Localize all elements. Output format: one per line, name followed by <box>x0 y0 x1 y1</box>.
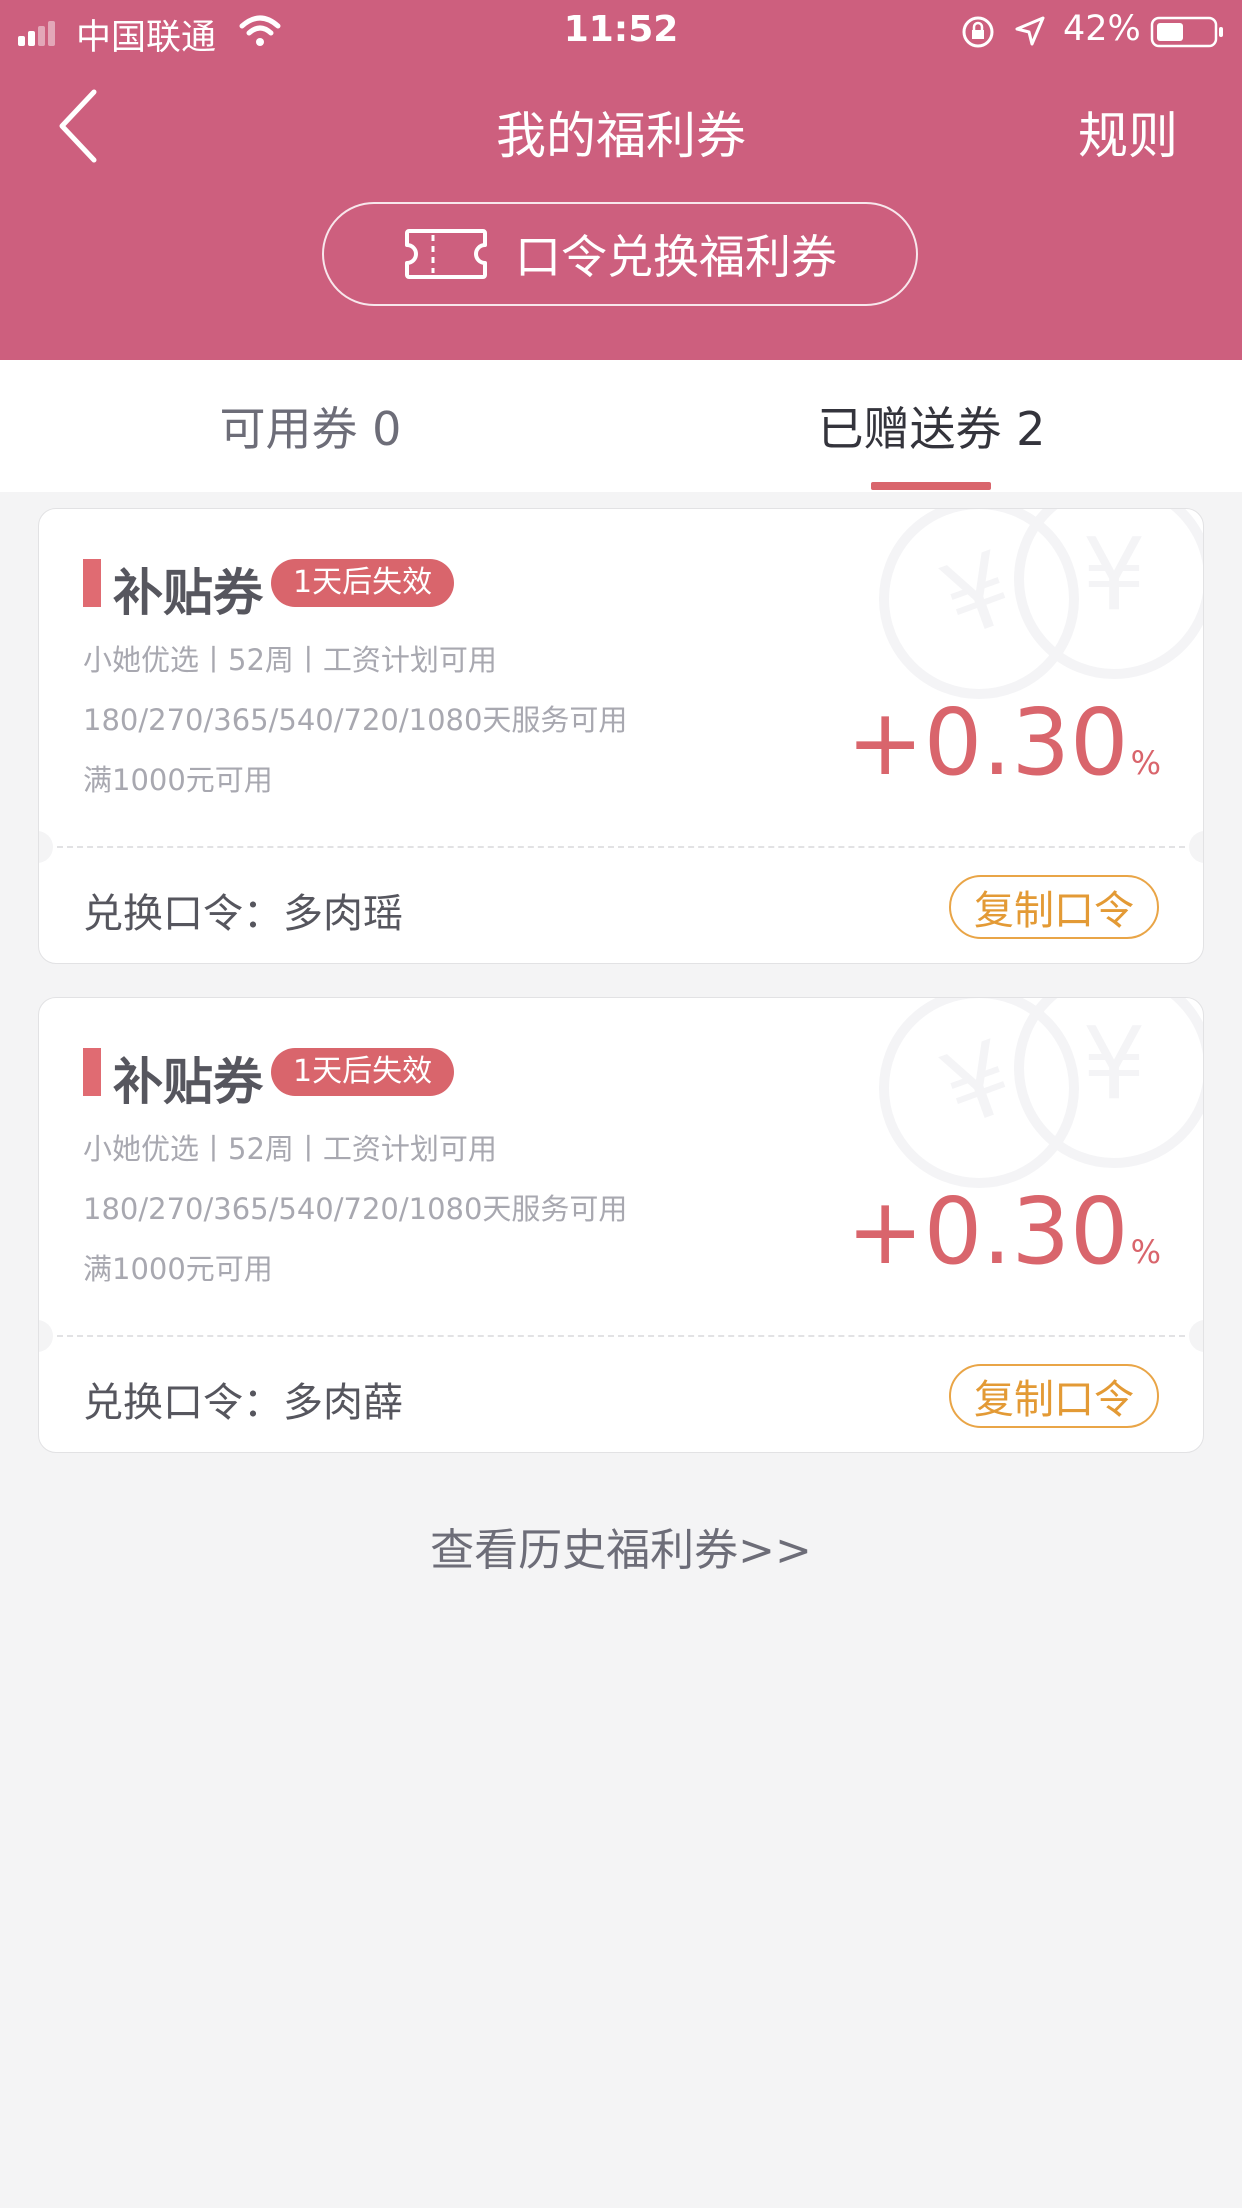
title-accent-bar <box>83 1048 101 1096</box>
ticket-notch <box>1189 831 1203 863</box>
redeem-button-label: 口令兑换福利券 <box>515 230 837 284</box>
location-icon <box>1015 16 1045 46</box>
coupon-card: ¥ ¥ 补贴券 1天后失效 小她优选丨52周丨工资计划可用 180/270/36… <box>38 997 1204 1453</box>
coupon-title: 补贴券 <box>113 1053 263 1111</box>
redeem-code-label: 兑换口令：多肉瑶 <box>83 891 403 937</box>
expire-badge: 1天后失效 <box>271 559 455 607</box>
coupon-rate: +0.30% <box>847 689 1161 796</box>
tab-available[interactable]: 可用券 0 <box>0 360 621 492</box>
svg-text:¥: ¥ <box>1082 516 1146 633</box>
orientation-lock-icon <box>962 16 994 48</box>
copy-code-button[interactable]: 复制口令 <box>949 875 1159 939</box>
yuan-coins-watermark-icon: ¥ ¥ <box>879 509 1203 699</box>
ticket-notch <box>1189 1320 1203 1352</box>
rate-value: +0.30 <box>846 689 1129 796</box>
coupon-title: 补贴券 <box>113 564 263 622</box>
status-bar: 中国联通 11:52 42% <box>0 0 1242 62</box>
battery-percent: 42% <box>1063 9 1141 49</box>
ticket-notch <box>39 1320 53 1352</box>
redeem-by-code-button[interactable]: 口令兑换福利券 <box>322 202 918 306</box>
status-time: 11:52 <box>563 9 679 50</box>
yuan-coins-watermark-icon: ¥ ¥ <box>879 998 1203 1188</box>
rate-unit: % <box>1130 744 1161 782</box>
tab-gifted[interactable]: 已赠送券 2 <box>621 360 1242 492</box>
header-bar: 中国联通 11:52 42% 我的福利券 规则 口令兑换福利券 <box>0 0 1242 360</box>
coupon-scope: 小她优选丨52周丨工资计划可用 <box>83 643 497 677</box>
copy-code-button[interactable]: 复制口令 <box>949 1364 1159 1428</box>
rules-link[interactable]: 规则 <box>1078 96 1178 168</box>
active-tab-indicator <box>871 482 991 490</box>
coupon-terms: 180/270/365/540/720/1080天服务可用 <box>83 1192 628 1226</box>
coupon-scope: 小她优选丨52周丨工资计划可用 <box>83 1132 497 1166</box>
coupon-terms: 180/270/365/540/720/1080天服务可用 <box>83 703 628 737</box>
svg-text:¥: ¥ <box>928 1018 1028 1150</box>
coupon-rate: +0.30% <box>847 1178 1161 1285</box>
page-title: 我的福利券 <box>496 107 746 165</box>
svg-text:¥: ¥ <box>1082 1005 1146 1122</box>
ticket-notch <box>39 831 53 863</box>
expire-badge: 1天后失效 <box>271 1048 455 1096</box>
coupon-minimum: 满1000元可用 <box>83 763 273 797</box>
redeem-code-label: 兑换口令：多肉薛 <box>83 1380 403 1426</box>
rate-value: +0.30 <box>846 1178 1129 1285</box>
coupon-minimum: 满1000元可用 <box>83 1252 273 1286</box>
rate-unit: % <box>1130 1233 1161 1271</box>
battery-icon <box>1150 16 1223 48</box>
title-accent-bar <box>83 559 101 607</box>
dashed-divider <box>57 846 1185 848</box>
tab-bar: 可用券 0 已赠送券 2 <box>0 360 1242 492</box>
view-history-link[interactable]: 查看历史福利券>> <box>0 1514 1242 1578</box>
ticket-icon <box>405 229 487 279</box>
svg-text:¥: ¥ <box>928 529 1028 661</box>
dashed-divider <box>57 1335 1185 1337</box>
coupon-card: ¥ ¥ 补贴券 1天后失效 小她优选丨52周丨工资计划可用 180/270/36… <box>38 508 1204 964</box>
